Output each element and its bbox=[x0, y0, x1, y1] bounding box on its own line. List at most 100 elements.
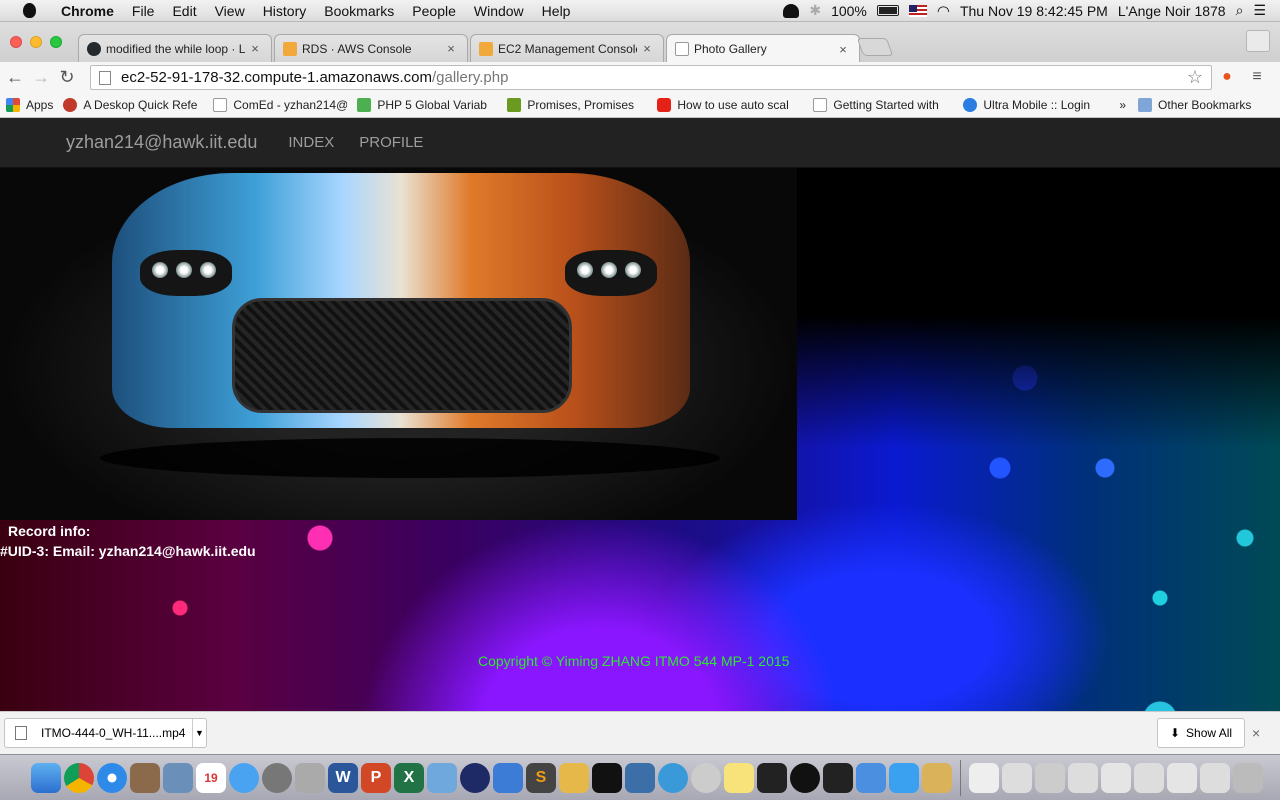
filezilla-icon[interactable] bbox=[559, 762, 589, 793]
other-bookmarks-folder[interactable]: Other Bookmarks bbox=[1138, 97, 1251, 112]
menu-file[interactable]: File bbox=[123, 3, 164, 19]
zoom-window-button[interactable] bbox=[50, 36, 62, 48]
archive-icon[interactable] bbox=[922, 762, 952, 793]
bookmark-apps[interactable]: Apps bbox=[6, 97, 53, 112]
console-icon[interactable] bbox=[823, 762, 853, 793]
extension-fire-icon[interactable]: ● bbox=[1216, 66, 1238, 88]
bookmark-item[interactable]: A Deskop Quick Refe bbox=[63, 97, 203, 112]
screenshot-icon[interactable] bbox=[1167, 762, 1197, 793]
menu-edit[interactable]: Edit bbox=[163, 3, 205, 19]
bluetooth-icon[interactable]: ✱ bbox=[809, 2, 821, 19]
screenshot-icon[interactable] bbox=[1200, 762, 1230, 793]
spotlight-search-icon[interactable]: ⌕ bbox=[1236, 2, 1244, 19]
virtualbox-icon[interactable] bbox=[427, 762, 457, 793]
notification-center-icon[interactable]: ☰ bbox=[1253, 2, 1266, 19]
system-preferences-icon[interactable] bbox=[262, 762, 292, 793]
screenshot-icon[interactable] bbox=[1101, 762, 1131, 793]
eclipse-icon[interactable] bbox=[460, 762, 490, 793]
icloud-icon[interactable] bbox=[889, 762, 919, 793]
bookmarks-overflow-chevron[interactable]: » bbox=[1119, 98, 1126, 112]
site-brand-link[interactable]: yzhan214@hawk.iit.edu bbox=[66, 132, 257, 153]
close-tab-icon[interactable]: × bbox=[641, 41, 653, 56]
menu-window[interactable]: Window bbox=[465, 3, 533, 19]
utility-icon[interactable] bbox=[691, 762, 721, 793]
tab-github[interactable]: modified the while loop · La × bbox=[78, 34, 272, 62]
bookmark-item[interactable]: How to use auto scal bbox=[657, 97, 803, 112]
nav-index-link[interactable]: INDEX bbox=[288, 134, 334, 151]
chrome-icon[interactable] bbox=[64, 762, 94, 793]
menu-bookmarks[interactable]: Bookmarks bbox=[315, 3, 403, 19]
download-menu-caret-icon[interactable]: ▼ bbox=[192, 719, 206, 747]
close-tab-icon[interactable]: × bbox=[837, 42, 849, 57]
powerpoint-icon[interactable]: P bbox=[361, 762, 391, 793]
intellij-icon[interactable] bbox=[493, 762, 523, 793]
menubar-clock[interactable]: Thu Nov 19 8:42:45 PM bbox=[960, 3, 1108, 19]
proxy-icon[interactable] bbox=[658, 762, 688, 793]
bookmark-item[interactable]: Promises, Promises bbox=[507, 97, 647, 112]
screenshot-icon[interactable] bbox=[1035, 762, 1065, 793]
excel-icon[interactable]: X bbox=[394, 762, 424, 793]
download-item[interactable]: ITMO-444-0_WH-11....mp4 ▼ bbox=[4, 718, 207, 748]
preview-icon[interactable] bbox=[163, 762, 193, 793]
tab-photo-gallery[interactable]: Photo Gallery × bbox=[666, 34, 860, 63]
bookmark-star-icon[interactable]: ☆ bbox=[1187, 67, 1203, 88]
menubar-user[interactable]: L'Ange Noir 1878 bbox=[1118, 3, 1226, 19]
tab-rds-console[interactable]: RDS · AWS Console × bbox=[274, 34, 468, 62]
wifi-icon[interactable]: ◠ bbox=[937, 2, 950, 20]
stickies-icon[interactable] bbox=[724, 762, 754, 793]
minimize-window-button[interactable] bbox=[30, 36, 42, 48]
close-download-shelf-icon[interactable]: × bbox=[1252, 725, 1260, 741]
trash-icon[interactable] bbox=[1233, 762, 1263, 793]
database-icon[interactable] bbox=[295, 762, 325, 793]
folder-icon bbox=[1138, 97, 1153, 112]
tab-label: EC2 Management Console bbox=[498, 41, 637, 56]
menu-view[interactable]: View bbox=[206, 3, 254, 19]
xcode-icon[interactable] bbox=[856, 762, 886, 793]
record-info-heading: Record info: bbox=[8, 523, 91, 539]
screenshot-icon[interactable] bbox=[1002, 762, 1032, 793]
qq-status-icon[interactable] bbox=[783, 3, 800, 18]
menubar: Chrome File Edit View History Bookmarks … bbox=[0, 0, 1280, 22]
screenshot-icon[interactable] bbox=[1068, 762, 1098, 793]
back-arrow-icon[interactable]: ← bbox=[2, 64, 28, 90]
gpu-app-icon[interactable] bbox=[757, 762, 787, 793]
calendar-icon[interactable]: 19 bbox=[196, 762, 226, 793]
sublime-text-icon[interactable]: S bbox=[526, 762, 556, 793]
address-bar[interactable]: ec2-52-91-178-32.compute-1.amazonaws.com… bbox=[90, 65, 1212, 90]
new-tab-button[interactable] bbox=[856, 38, 894, 56]
profile-person-icon[interactable] bbox=[1246, 30, 1270, 52]
menu-history[interactable]: History bbox=[254, 3, 316, 19]
reload-icon[interactable]: ↻ bbox=[54, 64, 80, 90]
menu-app[interactable]: Chrome bbox=[52, 3, 123, 19]
close-tab-icon[interactable]: × bbox=[249, 41, 261, 56]
chrome-menu-icon[interactable]: ≡ bbox=[1246, 66, 1268, 88]
finder-icon[interactable] bbox=[31, 762, 61, 793]
terminal-icon[interactable] bbox=[592, 762, 622, 793]
close-tab-icon[interactable]: × bbox=[445, 41, 457, 56]
notes-book-icon[interactable] bbox=[130, 762, 160, 793]
messages-icon[interactable] bbox=[229, 762, 259, 793]
bookmark-item[interactable]: ComEd - yzhan214@ bbox=[213, 97, 347, 112]
show-all-downloads-button[interactable]: ⬇ Show All bbox=[1157, 718, 1245, 748]
bookmark-item[interactable]: Getting Started with bbox=[813, 97, 953, 112]
input-source-flag-icon[interactable] bbox=[908, 4, 927, 17]
page-info-icon[interactable] bbox=[99, 70, 111, 85]
forward-arrow-icon[interactable]: → bbox=[28, 64, 54, 90]
tab-ec2-console[interactable]: EC2 Management Console × bbox=[470, 34, 664, 62]
battery-icon[interactable] bbox=[876, 5, 899, 16]
apple-menu-icon[interactable] bbox=[18, 0, 40, 22]
show-all-label: Show All bbox=[1186, 726, 1233, 740]
file-icon bbox=[15, 726, 27, 740]
menu-people[interactable]: People bbox=[403, 3, 465, 19]
bookmark-item[interactable]: PHP 5 Global Variab bbox=[357, 97, 497, 112]
screenshot-icon[interactable] bbox=[1134, 762, 1164, 793]
word-icon[interactable]: W bbox=[328, 762, 358, 793]
menu-help[interactable]: Help bbox=[533, 3, 580, 19]
document-icon[interactable] bbox=[969, 762, 999, 793]
bookmark-item[interactable]: Ultra Mobile :: Login bbox=[963, 97, 1103, 112]
close-window-button[interactable] bbox=[10, 36, 22, 48]
safari-icon[interactable] bbox=[97, 762, 127, 793]
nav-profile-link[interactable]: PROFILE bbox=[359, 134, 423, 151]
wireshark-icon[interactable] bbox=[625, 762, 655, 793]
qq-icon[interactable] bbox=[790, 762, 820, 793]
